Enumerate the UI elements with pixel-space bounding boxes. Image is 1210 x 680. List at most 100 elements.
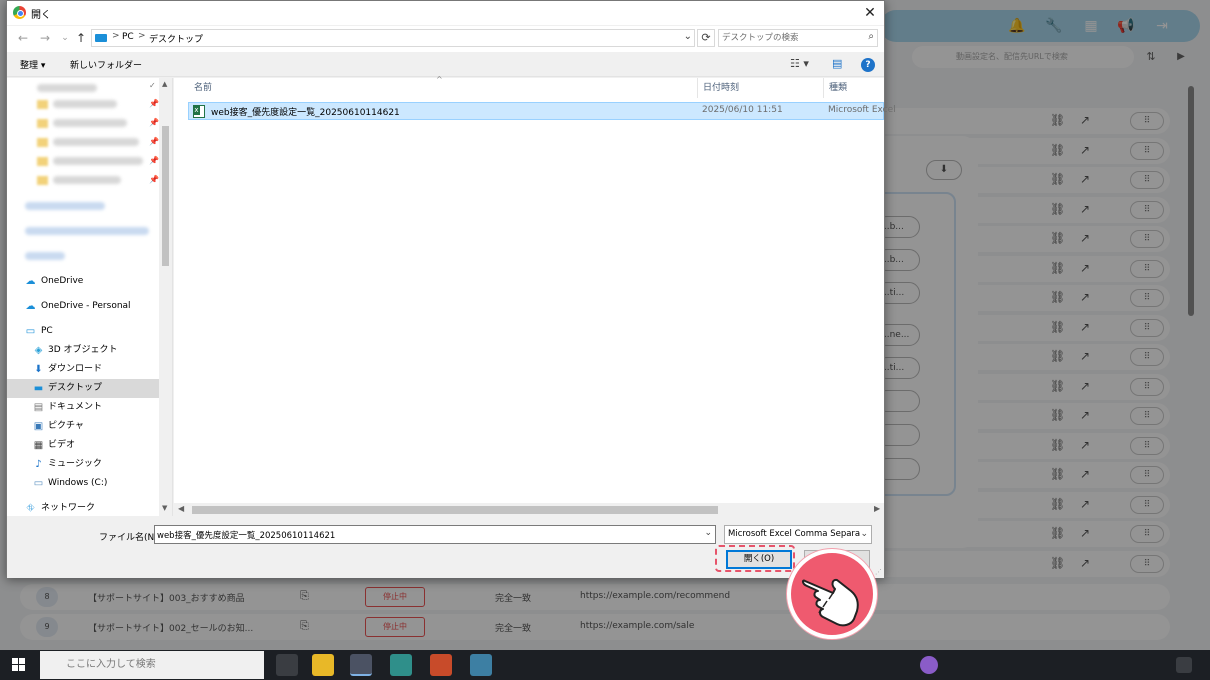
scroll-thumb[interactable]: [162, 126, 169, 266]
folder-search-box[interactable]: ⌕: [718, 29, 878, 47]
dialog-titlebar: 開く ✕: [7, 1, 884, 25]
view-options-icon[interactable]: ☷ ▾: [790, 57, 809, 70]
sidebar-item-videos[interactable]: ▦ ビデオ: [7, 436, 159, 455]
organize-button[interactable]: 整理 ▾: [20, 58, 45, 71]
folder-icon: [37, 138, 48, 147]
chevron-right-icon[interactable]: >: [138, 31, 146, 41]
help-icon[interactable]: ?: [861, 58, 875, 72]
blurred-item: [37, 84, 97, 92]
pointing-hand-callout: [787, 549, 877, 639]
command-toolbar: 整理 ▾ 新しいフォルダー ☷ ▾ ▤ ?: [7, 53, 884, 77]
recent-locations-icon[interactable]: ⌄: [57, 30, 73, 46]
breadcrumb-desktop[interactable]: デスクトップ: [149, 32, 203, 45]
sidebar-item-network[interactable]: ⛗ ネットワーク: [7, 499, 159, 518]
folder-icon: [37, 100, 48, 109]
sidebar-item-label: ピクチャ: [48, 421, 84, 431]
chevron-down-icon[interactable]: ⌄: [704, 528, 712, 538]
sidebar-item-onedrive-personal[interactable]: ☁ OneDrive - Personal: [7, 297, 159, 316]
file-explorer-icon[interactable]: [312, 654, 334, 676]
sidebar-item-label: ビデオ: [48, 440, 76, 450]
scroll-right-icon[interactable]: ▶: [874, 504, 880, 513]
file-type-select[interactable]: Microsoft Excel Comma Separa ⌄: [724, 525, 872, 544]
sidebar-scrollbar[interactable]: ▲ ▼: [159, 78, 172, 516]
blurred-item: [25, 227, 149, 235]
excel-file-icon: [193, 105, 205, 118]
app-icon[interactable]: [470, 654, 492, 676]
desktop-icon: ▬: [33, 383, 44, 394]
refresh-button[interactable]: ⟳: [697, 29, 715, 47]
filename-input[interactable]: [157, 528, 697, 541]
forward-arrow-icon[interactable]: →: [37, 30, 53, 46]
file-row[interactable]: web接客_優先度設定一覧_20250610114621 2025/06/10 …: [188, 102, 896, 120]
task-view-icon[interactable]: [276, 654, 298, 676]
pointing-hand-icon: [801, 578, 859, 627]
new-folder-button[interactable]: 新しいフォルダー: [70, 58, 142, 71]
sidebar-item-documents[interactable]: ▤ ドキュメント: [7, 398, 159, 417]
windows-taskbar: ⌕ ここに入力して検索: [0, 650, 1210, 680]
sidebar-item-downloads[interactable]: ⬇ ダウンロード: [7, 360, 159, 379]
documents-icon: ▤: [33, 402, 44, 413]
drive-icon: ▭: [33, 478, 44, 489]
column-header-type[interactable]: 種類: [823, 78, 884, 98]
resize-grip-icon[interactable]: ⋰: [875, 568, 882, 576]
breadcrumb-pc[interactable]: PC: [122, 32, 134, 42]
pin-icon: ✓: [149, 81, 156, 90]
blurred-item: [25, 202, 105, 210]
filename-label: ファイル名(N):: [99, 533, 161, 543]
notification-icon[interactable]: [1176, 657, 1192, 673]
chrome-icon[interactable]: [350, 654, 372, 676]
taskbar-search-input[interactable]: ここに入力して検索: [40, 651, 264, 679]
sidebar-item-label: PC: [41, 326, 53, 336]
scroll-left-icon[interactable]: ◀: [178, 504, 184, 513]
sidebar-item-label: ミュージック: [48, 459, 102, 469]
sidebar-item-label: デスクトップ: [48, 383, 103, 393]
news-widget-icon[interactable]: [920, 656, 938, 674]
blurred-item: [25, 252, 65, 260]
sidebar-item-label: ドキュメント: [48, 402, 103, 412]
scroll-up-icon[interactable]: ▲: [162, 80, 167, 88]
sidebar-item-pictures[interactable]: ▣ ピクチャ: [7, 417, 159, 436]
chrome-icon: [13, 6, 26, 19]
search-icon: ⌕: [868, 31, 874, 42]
sidebar-item-label: Windows (C:): [48, 478, 108, 488]
up-arrow-icon[interactable]: ↑: [73, 30, 89, 46]
open-button-highlight: [715, 545, 795, 572]
file-name: web接客_優先度設定一覧_20250610114621: [211, 108, 400, 118]
preview-pane-icon[interactable]: ▤: [832, 57, 842, 70]
pictures-icon: ▣: [33, 421, 44, 432]
scroll-down-icon[interactable]: ▼: [162, 504, 167, 512]
onedrive-cloud-icon: ☁: [25, 301, 36, 312]
pc-icon: ▭: [25, 326, 36, 337]
file-list: ^ 名前 日付時刻 種類 web接客_優先度設定一覧_2025061011462…: [174, 75, 896, 516]
chevron-down-icon[interactable]: ⌄: [860, 526, 868, 543]
back-arrow-icon[interactable]: ←: [15, 30, 31, 46]
filename-field[interactable]: ⌄: [154, 525, 716, 544]
file-type: Microsoft Excel: [828, 105, 896, 115]
scroll-thumb[interactable]: [192, 506, 718, 514]
pin-icon: 📌: [149, 118, 159, 127]
sidebar-item-label: 3D オブジェクト: [48, 345, 118, 355]
edge-icon[interactable]: [390, 654, 412, 676]
sidebar-item-pc[interactable]: ▭ PC: [7, 322, 159, 341]
search-input[interactable]: [722, 31, 858, 45]
address-bar[interactable]: > PC > デスクトップ ⌄: [91, 29, 695, 47]
close-button[interactable]: ✕: [860, 3, 880, 23]
sidebar-item-3d-objects[interactable]: ◈ 3D オブジェクト: [7, 341, 159, 360]
pin-icon: 📌: [149, 156, 159, 165]
sidebar-item-label: OneDrive: [41, 276, 84, 286]
powerpoint-icon[interactable]: [430, 654, 452, 676]
file-list-hscrollbar[interactable]: ◀ ▶: [174, 503, 884, 516]
download-icon: ⬇: [34, 364, 43, 375]
chevron-right-icon[interactable]: >: [112, 31, 120, 41]
sidebar-item-onedrive[interactable]: ☁ OneDrive: [7, 272, 159, 291]
column-header-name[interactable]: 名前: [188, 78, 697, 98]
windows-start-icon[interactable]: [12, 658, 26, 672]
sidebar-item-windows-c[interactable]: ▭ Windows (C:): [7, 474, 159, 493]
sidebar-item-desktop[interactable]: ▬ デスクトップ: [7, 379, 159, 398]
column-header-date[interactable]: 日付時刻: [697, 78, 823, 98]
blurred-item: [53, 157, 143, 165]
onedrive-cloud-icon: ☁: [25, 276, 36, 287]
music-icon: ♪: [35, 459, 42, 470]
sidebar-item-music[interactable]: ♪ ミュージック: [7, 455, 159, 474]
chevron-down-icon[interactable]: ⌄: [684, 31, 692, 42]
